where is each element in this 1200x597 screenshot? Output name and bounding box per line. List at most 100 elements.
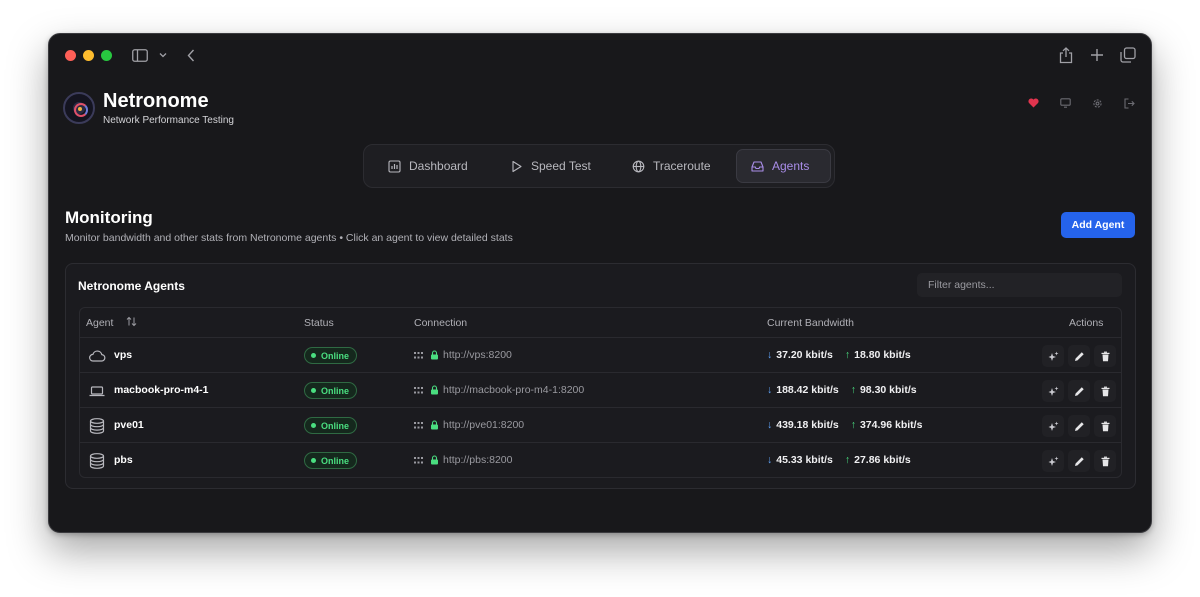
status-badge: Online (304, 452, 358, 469)
status-text: Online (321, 385, 350, 396)
tab-speed-test-label: Speed Test (531, 159, 591, 173)
sparkles-icon[interactable] (1042, 415, 1064, 437)
status-badge: Online (304, 347, 358, 364)
grip-icon (414, 387, 423, 394)
agent-name: pve01 (114, 419, 144, 431)
netronome-logo (63, 92, 95, 124)
upload-arrow-icon: ↑ (844, 349, 851, 361)
logout-icon[interactable] (1122, 96, 1136, 110)
trash-icon[interactable] (1094, 380, 1116, 402)
lock-icon (431, 455, 438, 465)
table-row[interactable]: pbs Online http://pbs:8200 ↓ 45.33 kbit/s… (80, 443, 1121, 477)
table-row[interactable]: vps Online http://vps:8200 ↓ 37.20 kbit/s… (80, 338, 1121, 373)
database-icon (88, 452, 106, 470)
column-bandwidth: Current Bandwidth (767, 317, 854, 329)
database-icon (88, 417, 106, 435)
connection-url[interactable]: http://vps:8200 (443, 349, 512, 361)
edit-icon[interactable] (1068, 415, 1090, 437)
chevron-down-icon[interactable] (157, 49, 169, 61)
table-row[interactable]: pve01 Online http://pve01:8200 ↓ 439.18 k… (80, 408, 1121, 443)
download-arrow-icon: ↓ (767, 384, 773, 396)
download-rate: 37.20 kbit/s (776, 349, 833, 361)
lock-icon (431, 420, 438, 430)
sparkles-icon[interactable] (1042, 380, 1064, 402)
tab-traceroute-label: Traceroute (653, 159, 711, 173)
bandwidth: ↓ 45.33 kbit/s ↑ 27.86 kbit/s (767, 454, 911, 466)
download-rate: 45.33 kbit/s (776, 454, 833, 466)
monitor-icon[interactable] (1058, 96, 1072, 110)
sort-icon[interactable] (126, 316, 137, 330)
status-badge: Online (304, 417, 358, 434)
add-agent-button[interactable]: Add Agent (1061, 212, 1135, 238)
connection-url[interactable]: http://pve01:8200 (443, 419, 524, 431)
trash-icon[interactable] (1094, 450, 1116, 472)
upload-arrow-icon: ↑ (844, 454, 851, 466)
back-icon[interactable] (185, 47, 197, 63)
column-connection: Connection (414, 317, 468, 329)
tab-dashboard[interactable]: Dashboard (374, 149, 482, 183)
close-window-button[interactable] (65, 50, 76, 61)
main-nav: Dashboard Speed Test Traceroute Agents (363, 144, 835, 188)
status-text: Online (321, 455, 350, 466)
status-text: Online (321, 350, 350, 361)
app-title: Netronome (103, 90, 209, 112)
app-subtitle: Network Performance Testing (103, 115, 234, 126)
inbox-icon (751, 160, 764, 172)
lock-icon (431, 385, 438, 395)
connection-url[interactable]: http://macbook-pro-m4-1:8200 (443, 384, 584, 396)
laptop-icon (88, 382, 106, 400)
download-rate: 439.18 kbit/s (776, 419, 839, 431)
tab-speed-test[interactable]: Speed Test (496, 149, 605, 183)
column-agent[interactable]: Agent (86, 317, 113, 329)
download-arrow-icon: ↓ (767, 454, 773, 466)
maximize-window-button[interactable] (101, 50, 112, 61)
new-tab-icon[interactable] (1088, 46, 1106, 64)
grip-icon (414, 422, 423, 429)
trash-icon[interactable] (1094, 345, 1116, 367)
download-arrow-icon: ↓ (767, 419, 773, 431)
tab-agents[interactable]: Agents (736, 149, 831, 183)
tab-overview-icon[interactable] (1119, 46, 1137, 64)
status-text: Online (321, 420, 350, 431)
edit-icon[interactable] (1068, 345, 1090, 367)
trash-icon[interactable] (1094, 415, 1116, 437)
agent-name: macbook-pro-m4-1 (114, 384, 209, 396)
sidebar-toggle-icon[interactable] (131, 47, 149, 63)
browser-window: Netronome Network Performance Testing Da… (48, 33, 1152, 533)
filter-agents-input[interactable] (917, 273, 1122, 297)
heart-icon[interactable] (1026, 96, 1040, 110)
upload-arrow-icon: ↑ (850, 419, 856, 431)
agents-table: Agent Status Connection Current Bandwidt… (79, 307, 1122, 478)
page-subtitle: Monitor bandwidth and other stats from N… (65, 232, 513, 244)
upload-rate: 374.96 kbit/s (859, 419, 923, 431)
cloud-icon (88, 347, 106, 365)
gear-icon[interactable] (1090, 96, 1104, 110)
agents-card: Netronome Agents Agent Status Connection… (65, 263, 1136, 489)
tab-dashboard-label: Dashboard (409, 159, 468, 173)
download-arrow-icon: ↓ (767, 349, 773, 361)
column-status: Status (304, 317, 334, 329)
bandwidth: ↓ 188.42 kbit/s ↑ 98.30 kbit/s (767, 384, 917, 396)
table-header: Agent Status Connection Current Bandwidt… (80, 308, 1121, 338)
edit-icon[interactable] (1068, 450, 1090, 472)
agent-name: pbs (114, 454, 133, 466)
tab-traceroute[interactable]: Traceroute (618, 149, 725, 183)
connection-url[interactable]: http://pbs:8200 (443, 454, 512, 466)
bandwidth: ↓ 37.20 kbit/s ↑ 18.80 kbit/s (767, 349, 911, 361)
title-bar (49, 34, 1151, 76)
minimize-window-button[interactable] (83, 50, 94, 61)
play-icon (512, 160, 522, 172)
card-title: Netronome Agents (78, 279, 185, 293)
table-row[interactable]: macbook-pro-m4-1 Online http://macbook-p… (80, 373, 1121, 408)
status-badge: Online (304, 382, 358, 399)
globe-icon (632, 160, 645, 172)
edit-icon[interactable] (1068, 380, 1090, 402)
download-rate: 188.42 kbit/s (776, 384, 839, 396)
share-icon[interactable] (1057, 45, 1075, 65)
sparkles-icon[interactable] (1042, 450, 1064, 472)
grip-icon (414, 457, 423, 464)
upload-rate: 18.80 kbit/s (854, 349, 911, 361)
bar-chart-icon (388, 159, 401, 173)
sparkles-icon[interactable] (1042, 345, 1064, 367)
tab-agents-label: Agents (772, 159, 810, 173)
